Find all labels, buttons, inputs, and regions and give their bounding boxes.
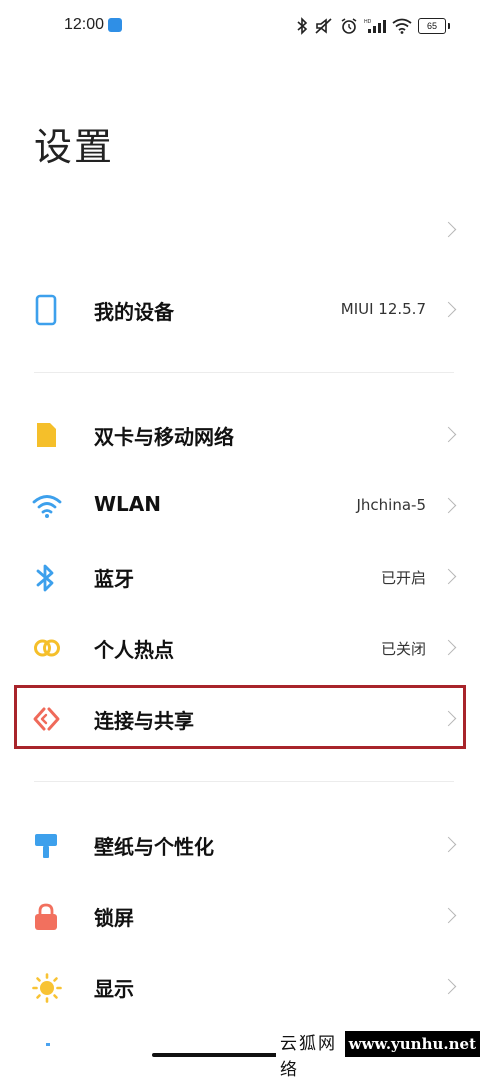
chevron-right-icon (440, 978, 457, 995)
mute-icon (314, 17, 334, 35)
row-label: 个人热点 (94, 638, 174, 662)
page-title: 设置 (34, 125, 115, 169)
lock-icon (32, 902, 60, 930)
row-label: 壁纸与个性化 (94, 835, 214, 859)
account-row[interactable] (0, 192, 480, 262)
phone-icon (32, 294, 60, 326)
row-value: 已开启 (380, 569, 426, 587)
row-label: 显示 (94, 977, 134, 1001)
signal-hd-icon: HD (364, 17, 386, 35)
highlight-box (14, 685, 466, 749)
brush-icon (32, 831, 60, 859)
status-bar: 12:00 HD 65 (0, 0, 480, 56)
row-hotspot[interactable]: 个人热点 已关闭 (0, 612, 480, 682)
sim-card-icon (32, 421, 60, 449)
next-row-icon (46, 1043, 50, 1046)
chevron-right-icon (440, 221, 457, 238)
row-label: 我的设备 (94, 300, 174, 324)
divider (34, 372, 454, 373)
row-wallpaper-personalization[interactable]: 壁纸与个性化 (0, 809, 480, 879)
wifi-status-icon (392, 18, 412, 34)
sun-icon (32, 973, 62, 1003)
bluetooth-icon (32, 563, 60, 592)
notification-app-icon (108, 18, 122, 32)
row-bluetooth[interactable]: 蓝牙 已开启 (0, 541, 480, 611)
divider (34, 781, 454, 782)
chevron-right-icon (440, 907, 457, 924)
status-icons: HD 65 (296, 14, 450, 38)
row-display[interactable]: 显示 (0, 951, 480, 1021)
row-my-device[interactable]: 我的设备 MIUI 12.5.7 (0, 274, 480, 344)
row-label: 锁屏 (94, 906, 134, 930)
row-lock-screen[interactable]: 锁屏 (0, 880, 480, 950)
chevron-right-icon (440, 568, 457, 585)
row-label: 蓝牙 (94, 567, 134, 591)
chevron-right-icon (440, 301, 457, 318)
row-wlan[interactable]: WLAN Jhchina-5 (0, 470, 480, 540)
row-sim-network[interactable]: 双卡与移动网络 (0, 399, 480, 469)
watermark-url: www.yunhu.net (344, 1031, 480, 1057)
chevron-right-icon (440, 426, 457, 443)
battery-icon: 65 (418, 18, 450, 34)
chevron-right-icon (440, 639, 457, 656)
hotspot-icon (32, 634, 60, 662)
chevron-right-icon (440, 497, 457, 514)
watermark-text: 云狐网络 (276, 1031, 345, 1080)
status-time: 12:00 (64, 16, 105, 33)
wifi-icon (32, 492, 62, 520)
watermark: 云狐网络 www.yunhu.net (276, 1031, 480, 1080)
row-value: MIUI 12.5.7 (340, 300, 426, 318)
chevron-right-icon (440, 836, 457, 853)
row-label: 双卡与移动网络 (94, 425, 234, 449)
svg-text:HD: HD (364, 19, 372, 25)
bluetooth-status-icon (296, 17, 308, 35)
row-value: Jhchina-5 (356, 496, 426, 514)
row-label: WLAN (94, 492, 162, 516)
row-value: 已关闭 (380, 640, 426, 658)
alarm-icon (340, 17, 358, 35)
